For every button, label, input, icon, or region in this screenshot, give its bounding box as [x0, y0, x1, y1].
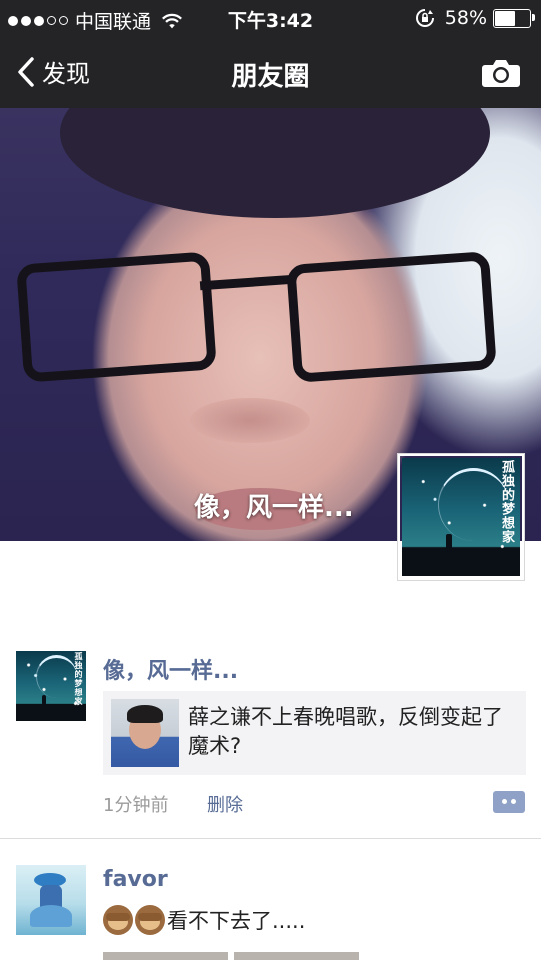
post-divider [0, 838, 541, 839]
post-photo-strip[interactable] [103, 952, 363, 960]
camera-icon[interactable] [481, 58, 521, 88]
cover-nose [190, 398, 310, 443]
comment-icon[interactable] [493, 791, 525, 813]
cover-glasses-right [286, 251, 497, 383]
shared-link-title: 薛之谦不上春晚唱歌，反倒变起了魔术? [188, 705, 503, 758]
status-right: 58% [415, 7, 535, 29]
post-author-name[interactable]: favor [103, 867, 168, 892]
page-title: 朋友圈 [231, 62, 310, 92]
post-avatar-text: 孤独的梦想家 [74, 652, 83, 706]
battery-level [495, 10, 515, 26]
nav-bar: 发现 朋友圈 [0, 36, 541, 108]
post-author-name[interactable]: 像，风一样... [103, 653, 238, 685]
cover-hair [60, 108, 490, 218]
delete-button[interactable]: 删除 [207, 791, 243, 817]
shared-link-card[interactable]: 薛之谦不上春晚唱歌，反倒变起了魔术? [103, 691, 526, 775]
top-bar: 中国联通 下午3:42 58% 发现 朋友圈 [0, 0, 541, 108]
avatar-image: 孤独的梦想家 [402, 458, 520, 576]
cover-glasses-bridge [199, 274, 296, 291]
avatar-image-text: 孤独的梦想家 [499, 460, 514, 544]
profile-avatar[interactable]: 孤独的梦想家 [398, 454, 524, 580]
post-photo[interactable] [103, 952, 228, 960]
post-author-avatar[interactable]: 孤独的梦想家 [16, 651, 86, 721]
post-author-avatar[interactable] [16, 865, 86, 935]
shared-link-thumbnail [111, 699, 179, 767]
post-text-content: 看不下去了..... [167, 909, 306, 933]
see-no-evil-monkey-icon [135, 905, 165, 935]
cover-username: 像，风一样... [194, 493, 354, 523]
post-text: 看不下去了..... [103, 905, 305, 935]
see-no-evil-monkey-icon [103, 905, 133, 935]
battery-icon [493, 8, 535, 28]
rotation-lock-icon [415, 9, 434, 27]
post-timestamp: 1分钟前 [103, 795, 169, 816]
battery-percent: 58% [444, 7, 487, 29]
cover-glasses-left [16, 251, 217, 383]
status-bar: 中国联通 下午3:42 58% [0, 0, 541, 36]
post-photo[interactable] [234, 952, 359, 960]
